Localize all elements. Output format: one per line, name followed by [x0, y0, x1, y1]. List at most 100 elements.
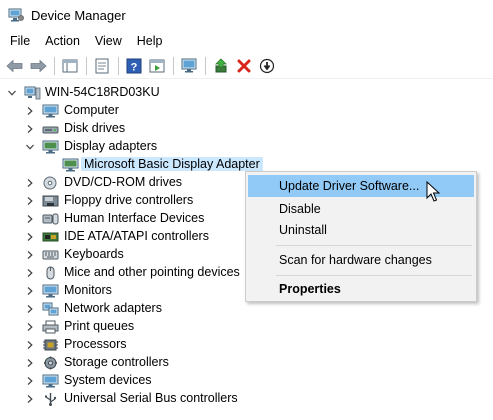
- tree-item-label: Disk drives: [64, 121, 126, 135]
- expand-chevron-icon[interactable]: [25, 268, 35, 278]
- toolbar-separator: [205, 56, 206, 75]
- properties-button[interactable]: [91, 55, 113, 77]
- tree-item-universal-serial-bus-controllers[interactable]: Universal Serial Bus controllers: [0, 390, 493, 408]
- expand-chevron-icon[interactable]: [25, 106, 35, 116]
- tree-item-label: Mice and other pointing devices: [64, 265, 240, 279]
- forward-button[interactable]: [27, 55, 49, 77]
- uninstall-menu-item[interactable]: Uninstall: [248, 219, 474, 241]
- menu-item-label: Scan for hardware changes: [279, 253, 432, 267]
- processor-icon: [42, 338, 59, 352]
- tree-item-print-queues[interactable]: Print queues: [0, 318, 493, 336]
- expand-chevron-icon[interactable]: [25, 250, 35, 260]
- expand-chevron-icon[interactable]: [25, 232, 35, 242]
- tree-item-label: System devices: [64, 373, 152, 387]
- expand-chevron-icon[interactable]: [25, 376, 35, 386]
- disable-menu-item[interactable]: Disable: [248, 198, 474, 220]
- toolbar-separator: [173, 56, 174, 75]
- expand-chevron-icon[interactable]: [25, 178, 35, 188]
- collapse-chevron-icon[interactable]: [7, 88, 17, 98]
- tree-item-processors[interactable]: Processors: [0, 336, 493, 354]
- toolbar-separator: [54, 56, 55, 75]
- expand-chevron-icon[interactable]: [25, 304, 35, 314]
- network-adapter-icon: [42, 302, 59, 316]
- menu-bar: File Action View Help: [0, 31, 172, 51]
- tree-item-label: Storage controllers: [64, 355, 169, 369]
- tree-item-label: DVD/CD-ROM drives: [64, 175, 183, 189]
- expand-chevron-icon[interactable]: [25, 124, 35, 134]
- tree-item-label: Universal Serial Bus controllers: [64, 391, 238, 405]
- update-driver-button[interactable]: [210, 55, 232, 77]
- menu-action[interactable]: Action: [39, 34, 86, 48]
- scan-for-hardware-changes-menu-item[interactable]: Scan for hardware changes: [248, 249, 474, 271]
- uninstall-button[interactable]: [233, 55, 255, 77]
- tree-root-label: WIN-54C18RD03KU: [45, 85, 160, 99]
- tree-item-network-adapters[interactable]: Network adapters: [0, 300, 493, 318]
- menu-help[interactable]: Help: [131, 34, 169, 48]
- expand-chevron-icon[interactable]: [25, 286, 35, 296]
- expand-chevron-icon[interactable]: [25, 322, 35, 332]
- tree-item-label: IDE ATA/ATAPI controllers: [64, 229, 209, 243]
- menu-view[interactable]: View: [89, 34, 128, 48]
- display-adapter-icon: [42, 140, 59, 154]
- expand-chevron-icon[interactable]: [25, 214, 35, 224]
- expand-chevron-icon[interactable]: [25, 196, 35, 206]
- disable-device-icon: [259, 58, 275, 73]
- properties-menu-item[interactable]: Properties: [248, 278, 474, 300]
- update-driver-software-menu-item[interactable]: Update Driver Software...: [248, 175, 474, 197]
- svg-text:?: ?: [131, 61, 138, 73]
- back-arrow-icon: [6, 59, 23, 72]
- menu-item-label: Properties: [279, 282, 341, 296]
- help-icon: ?: [126, 58, 142, 73]
- action-pane-icon: [149, 59, 165, 72]
- menu-separator: [276, 275, 472, 276]
- collapse-chevron-icon[interactable]: [25, 142, 35, 152]
- tree-item-label: Human Interface Devices: [64, 211, 205, 225]
- menu-separator: [276, 245, 472, 246]
- tree-item-storage-controllers[interactable]: Storage controllers: [0, 354, 493, 372]
- window-title: Device Manager: [31, 7, 126, 23]
- tree-item-label: Processors: [64, 337, 127, 351]
- device-manager-app-icon: [8, 8, 24, 22]
- computer-root-icon: [24, 86, 41, 100]
- expand-chevron-icon[interactable]: [25, 358, 35, 368]
- tree-root[interactable]: WIN-54C18RD03KU: [0, 84, 493, 102]
- tree-item-label: Floppy drive controllers: [64, 193, 194, 207]
- help-button[interactable]: ?: [123, 55, 145, 77]
- tree-item-label: Computer: [64, 103, 119, 117]
- scan-hardware-button[interactable]: [178, 55, 200, 77]
- scan-hardware-icon: [181, 58, 197, 72]
- properties-icon: [95, 58, 109, 73]
- tree-item-computer[interactable]: Computer: [0, 102, 493, 120]
- monitor-icon: [42, 284, 59, 298]
- storage-controller-icon: [42, 356, 59, 370]
- tree-item-label: Monitors: [64, 283, 112, 297]
- floppy-controller-icon: [42, 194, 59, 208]
- usb-controller-icon: [42, 392, 59, 406]
- toolbar: ?: [0, 53, 493, 79]
- menu-file[interactable]: File: [4, 34, 36, 48]
- mouse-pointer-icon: [426, 180, 441, 203]
- menu-item-label: Disable: [279, 202, 321, 216]
- tree-item-display-adapters[interactable]: Display adapters: [0, 138, 493, 156]
- uninstall-x-icon: [237, 59, 251, 72]
- dvd-drive-icon: [42, 176, 59, 190]
- menu-item-label: Update Driver Software...: [279, 179, 420, 193]
- tree-item-label: Display adapters: [64, 139, 158, 153]
- context-menu: Update Driver Software... Disable Uninst…: [245, 171, 477, 302]
- print-queue-icon: [42, 320, 59, 334]
- disable-device-button[interactable]: [256, 55, 278, 77]
- show-hide-console-tree-button[interactable]: [59, 55, 81, 77]
- tree-item-disk-drives[interactable]: Disk drives: [0, 120, 493, 138]
- expand-chevron-icon[interactable]: [25, 340, 35, 350]
- computer-icon: [42, 104, 59, 118]
- back-button[interactable]: [4, 55, 26, 77]
- hid-icon: [42, 212, 59, 226]
- system-devices-icon: [42, 374, 59, 388]
- mouse-icon: [42, 266, 59, 280]
- tree-item-system-devices[interactable]: System devices: [0, 372, 493, 390]
- tree-item-label: Microsoft Basic Display Adapter: [81, 157, 263, 171]
- title-bar: Device Manager: [0, 0, 493, 30]
- keyboard-icon: [42, 248, 59, 262]
- show-action-pane-button[interactable]: [146, 55, 168, 77]
- expand-chevron-icon[interactable]: [25, 394, 35, 404]
